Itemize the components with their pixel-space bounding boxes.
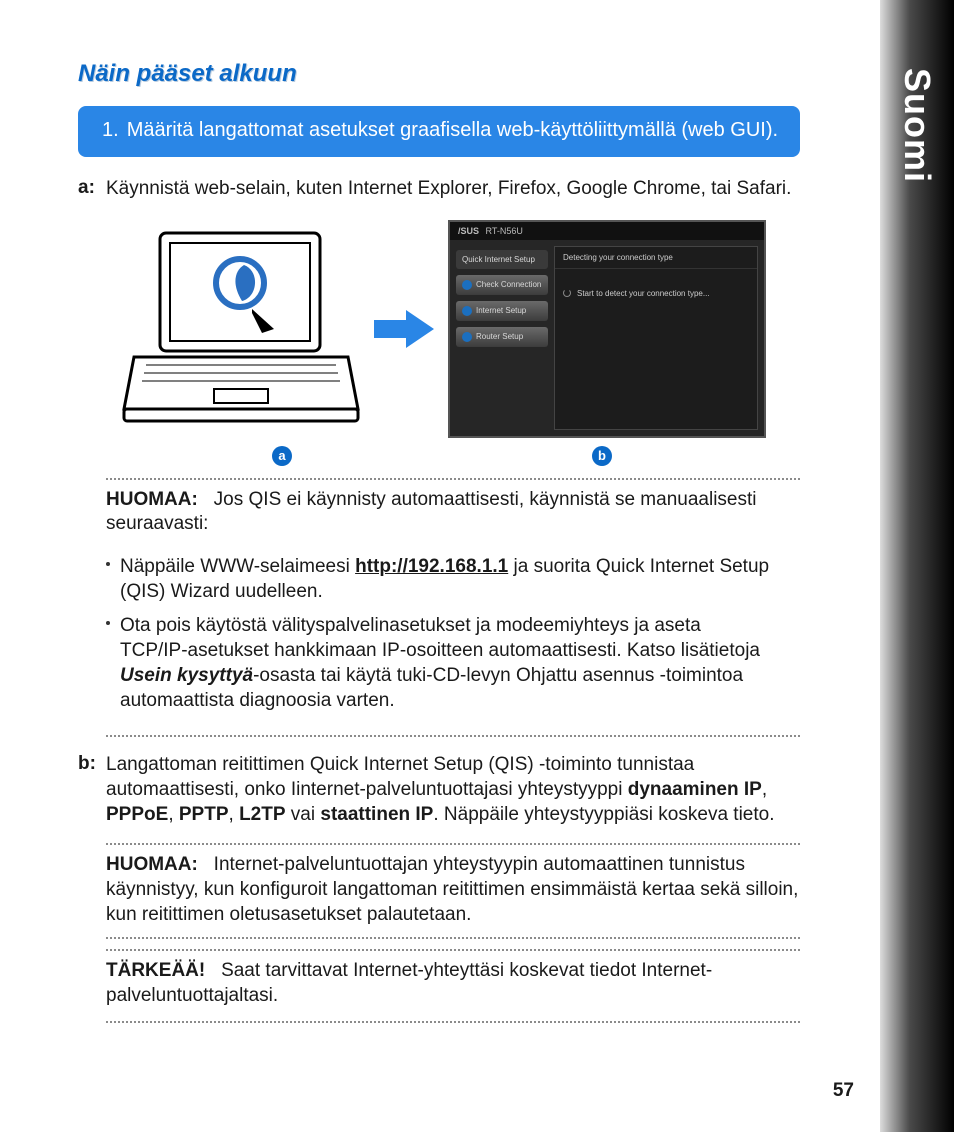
note-2-text: Internet-palveluntuottajan yhteystyypin … <box>106 854 798 924</box>
bullet-dot-icon <box>106 562 110 566</box>
note-1-text: Jos QIS ei käynnisty automaattisesti, kä… <box>106 489 756 535</box>
section-heading: Näin pääset alkuun <box>78 60 800 88</box>
laptop-illustration <box>122 229 360 429</box>
router-side-check: Check Connection <box>456 275 548 295</box>
illustration-row: /SUS RT-N56U Quick Internet Setup Check … <box>122 220 800 438</box>
router-model: RT-N56U <box>486 226 523 236</box>
spinner-icon <box>563 289 571 297</box>
router-admin-screenshot: /SUS RT-N56U Quick Internet Setup Check … <box>448 220 766 438</box>
substep-a-label: a: <box>78 177 106 202</box>
language-label: Suomi <box>896 68 938 183</box>
important-note: TÄRKEÄÄ! Saat tarvittavat Internet-yhtey… <box>106 951 800 1020</box>
note-2: HUOMAA: Internet-palveluntuottajan yhtey… <box>106 845 800 937</box>
router-sidebar: Quick Internet Setup Check Connection In… <box>456 250 548 347</box>
page-content: Näin pääset alkuun 1. Määritä langattoma… <box>0 0 880 1063</box>
page-number: 57 <box>833 1080 854 1102</box>
arrow-right-icon <box>372 308 436 350</box>
substep-b-label: b: <box>78 753 106 827</box>
divider <box>106 735 800 737</box>
bullet-2-faq: Usein kysyttyä <box>120 665 253 686</box>
router-side-internet: Internet Setup <box>456 301 548 321</box>
bullet-2-line2a: TCP/IP-asetukset hankkimaan IP-osoitteen… <box>120 640 760 661</box>
router-side-qis: Quick Internet Setup <box>456 250 548 269</box>
divider <box>106 1021 800 1023</box>
substep-a: a: Käynnistä web-selain, kuten Internet … <box>78 177 800 202</box>
bullet-1-pre: Näppäile WWW-selaimeesi <box>120 556 355 577</box>
important-label: TÄRKEÄÄ! <box>106 960 205 981</box>
router-main-header: Detecting your connection type <box>555 247 757 269</box>
router-brand: /SUS <box>458 226 479 236</box>
bullet-2: Ota pois käytöstä välityspalvelinasetuks… <box>106 614 800 713</box>
badge-b: b <box>592 446 612 466</box>
substep-a-text: Käynnistä web-selain, kuten Internet Exp… <box>106 177 791 202</box>
bullet-2-line1: Ota pois käytöstä välityspalvelinasetuks… <box>120 615 701 636</box>
router-brand-bar: /SUS RT-N56U <box>450 222 764 240</box>
router-main-status: Start to detect your connection type... <box>577 289 710 298</box>
badge-a: a <box>272 446 292 466</box>
note-1: HUOMAA: Jos QIS ei käynnisty automaattis… <box>106 480 800 547</box>
step-number: 1. <box>102 118 119 143</box>
bullet-1-url: http://192.168.1.1 <box>355 556 508 577</box>
note-2-label: HUOMAA: <box>106 854 198 875</box>
bullet-1: Näppäile WWW-selaimeesi http://192.168.1… <box>106 555 800 604</box>
note-1-label: HUOMAA: <box>106 489 198 510</box>
bullet-list: Näppäile WWW-selaimeesi http://192.168.1… <box>106 547 800 735</box>
substep-b: b: Langattoman reitittimen Quick Interne… <box>78 753 800 827</box>
substep-b-text: Langattoman reitittimen Quick Internet S… <box>106 753 800 827</box>
step-text: Määritä langattomat asetukset graafisell… <box>127 118 778 143</box>
language-side-tab: Suomi <box>880 0 954 1132</box>
step-callout: 1. Määritä langattomat asetukset graafis… <box>78 106 800 157</box>
bullet-dot-icon <box>106 621 110 625</box>
router-side-router: Router Setup <box>456 327 548 347</box>
router-main-panel: Detecting your connection type Start to … <box>554 246 758 430</box>
router-main-body: Start to detect your connection type... <box>555 269 757 318</box>
illustration-labels: a b <box>122 446 762 466</box>
